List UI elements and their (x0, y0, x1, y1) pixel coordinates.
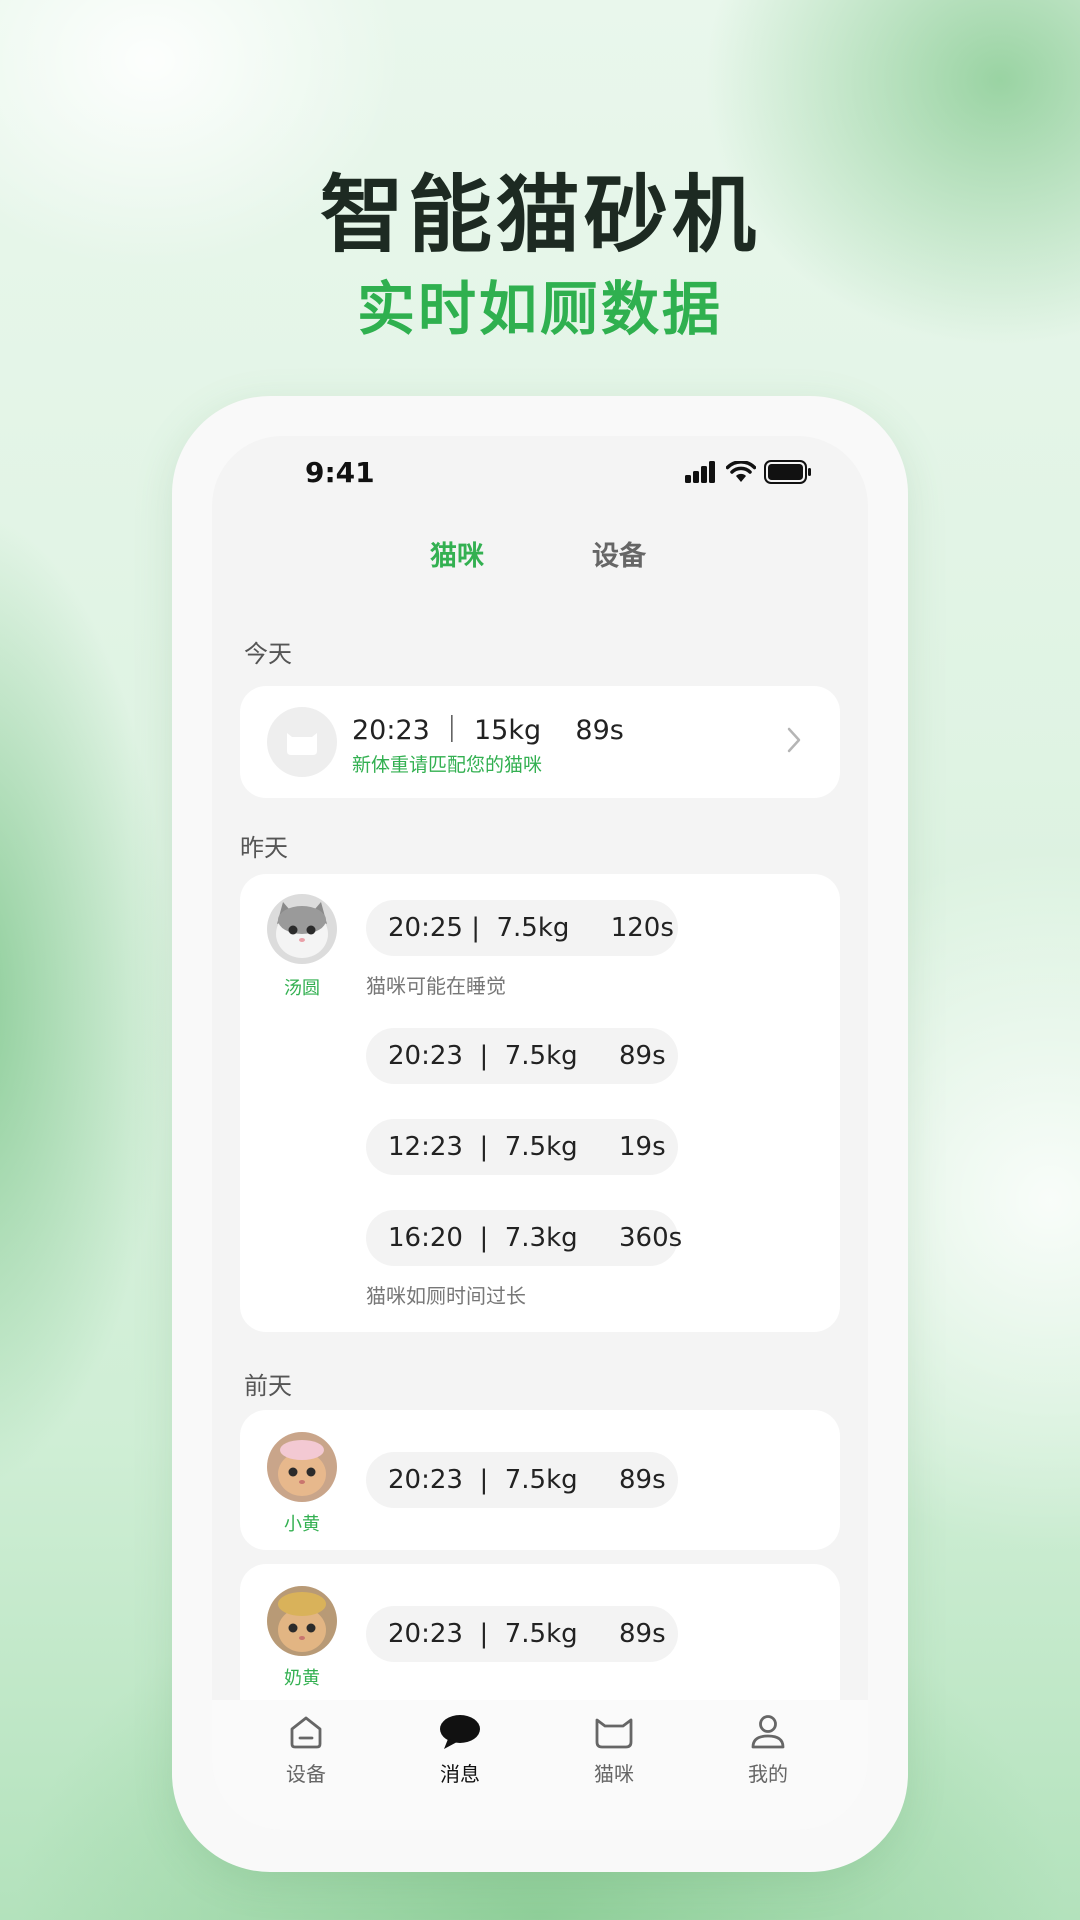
cat-name: 小黄 (284, 1514, 320, 1535)
tab-cats[interactable]: 猫咪 (430, 534, 484, 573)
nav-messages[interactable]: 消息 (405, 1712, 515, 1787)
tab-devices[interactable]: 设备 (592, 534, 646, 573)
yellow-cat-photo (267, 1586, 337, 1656)
cat-icon (595, 1718, 633, 1749)
signal-icon (685, 461, 715, 483)
nav-label: 猫咪 (594, 1762, 634, 1786)
status-icons (684, 460, 812, 484)
record-pill[interactable]: 12:23 | 7.5kg 19s (366, 1119, 678, 1175)
home-icon (290, 1716, 322, 1749)
user-icon (751, 1715, 785, 1749)
unknown-cat-avatar (267, 707, 337, 777)
bottom-tab-bar: 设备 消息 猫咪 我的 (212, 1700, 868, 1830)
cat-avatar-xiaohuang[interactable] (267, 1432, 337, 1502)
nav-label: 消息 (440, 1762, 480, 1786)
cat-record-card: 小黄 20:23 | 7.5kg 89s (240, 1410, 840, 1550)
record-pill[interactable]: 20:25 | 7.5kg 120s (366, 900, 678, 956)
nav-cats[interactable]: 猫咪 (559, 1712, 669, 1787)
orange-cat-photo (267, 1432, 337, 1502)
cat-record-card: 汤圆 20:25 | 7.5kg 120s 猫咪可能在睡觉 20:23 | 7.… (240, 874, 840, 1332)
cat-name: 奶黄 (284, 1668, 320, 1689)
section-today-label: 今天 (244, 640, 292, 668)
match-hint[interactable]: 新体重请匹配您的猫咪 (352, 750, 542, 777)
record-note: 猫咪如厕时间过长 (366, 1284, 526, 1308)
record-note: 猫咪可能在睡觉 (366, 974, 506, 998)
cat-face-icon (287, 733, 317, 755)
promo-title: 智能猫砂机 (319, 166, 760, 264)
record-pill[interactable]: 20:23 | 7.5kg 89s (366, 1452, 678, 1508)
chat-bubble-icon (440, 1715, 480, 1749)
cat-avatar-naihuang[interactable] (267, 1586, 337, 1656)
status-time: 9:41 (305, 456, 375, 489)
nav-profile[interactable]: 我的 (713, 1712, 823, 1787)
cat-avatar-tangyuan[interactable] (267, 894, 337, 964)
unmatched-record-card[interactable]: 20:23 ｜ 15kg 89s 新体重请匹配您的猫咪 (240, 686, 840, 798)
nav-label: 设备 (286, 1762, 326, 1786)
record-pill[interactable]: 16:20 | 7.3kg 360s (366, 1210, 682, 1266)
record-pill[interactable]: 20:23 | 7.5kg 89s (366, 1028, 678, 1084)
chevron-right-icon[interactable] (786, 726, 802, 754)
nav-label: 我的 (748, 1762, 788, 1786)
cat-name: 汤圆 (284, 978, 320, 999)
record-pill[interactable]: 20:23 | 7.5kg 89s (366, 1606, 678, 1662)
promo-subtitle: 实时如厕数据 (356, 275, 723, 343)
wifi-icon (726, 461, 756, 482)
nav-devices[interactable]: 设备 (251, 1712, 361, 1787)
battery-icon (764, 460, 811, 484)
section-day-before-label: 前天 (244, 1372, 292, 1400)
section-yesterday-label: 昨天 (240, 834, 288, 862)
phone-screen: 9:41 猫咪 设备 今天 20:23 ｜ 15kg 89s 新体重请匹配您的猫… (212, 436, 868, 1830)
gray-cat-photo (267, 894, 337, 964)
record-text: 20:23 ｜ 15kg 89s (352, 715, 624, 746)
